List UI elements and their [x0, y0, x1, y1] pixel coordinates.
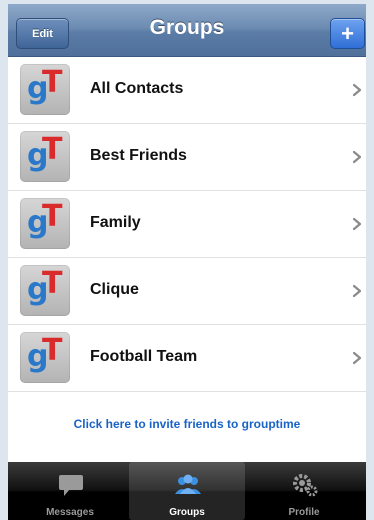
- group-row-clique[interactable]: g T Clique: [8, 258, 366, 325]
- add-group-button[interactable]: +: [330, 18, 365, 49]
- group-name: Best Friends: [90, 147, 187, 164]
- group-row-football-team[interactable]: g T Football Team: [8, 325, 366, 392]
- chevron-right-icon: [352, 217, 362, 231]
- chevron-right-icon: [352, 284, 362, 298]
- group-name: Family: [90, 214, 141, 231]
- chevron-right-icon: [352, 150, 362, 164]
- logo-t-letter: T: [42, 132, 63, 167]
- tab-label: Messages: [46, 507, 94, 518]
- tab-groups[interactable]: Groups: [129, 462, 245, 520]
- group-row-all-contacts[interactable]: g T All Contacts: [8, 57, 366, 124]
- speech-bubble-icon: [59, 475, 83, 496]
- tab-label: Profile: [288, 507, 320, 518]
- tab-label: Groups: [169, 507, 205, 518]
- group-name: Football Team: [90, 348, 198, 365]
- frame-right: [366, 0, 374, 520]
- invite-friends-link[interactable]: Click here to invite friends to grouptim…: [8, 397, 366, 452]
- groups-list: g T All Contacts g T Best Friends g T Fa…: [8, 57, 366, 462]
- tab-bar: Messages Groups Profile: [8, 462, 366, 520]
- logo-t-letter: T: [42, 199, 63, 234]
- people-icon: [175, 474, 201, 494]
- frame-left: [0, 0, 8, 520]
- tab-messages[interactable]: Messages: [12, 462, 128, 520]
- logo-t-letter: T: [42, 65, 63, 100]
- group-row-family[interactable]: g T Family: [8, 191, 366, 258]
- group-name: All Contacts: [90, 80, 184, 97]
- tab-profile[interactable]: Profile: [246, 462, 362, 520]
- logo-t-letter: T: [42, 333, 63, 368]
- grouptime-logo-icon: g T: [20, 198, 70, 249]
- grouptime-logo-icon: g T: [20, 332, 70, 383]
- navigation-bar: Edit Groups +: [8, 4, 366, 57]
- grouptime-logo-icon: g T: [20, 64, 70, 115]
- logo-t-letter: T: [42, 266, 63, 301]
- group-row-best-friends[interactable]: g T Best Friends: [8, 124, 366, 191]
- group-name: Clique: [90, 281, 139, 298]
- page-title: Groups: [149, 16, 225, 39]
- chevron-right-icon: [352, 351, 362, 365]
- gears-icon: [293, 474, 318, 497]
- chevron-right-icon: [352, 83, 362, 97]
- grouptime-logo-icon: g T: [20, 265, 70, 316]
- grouptime-logo-icon: g T: [20, 131, 70, 182]
